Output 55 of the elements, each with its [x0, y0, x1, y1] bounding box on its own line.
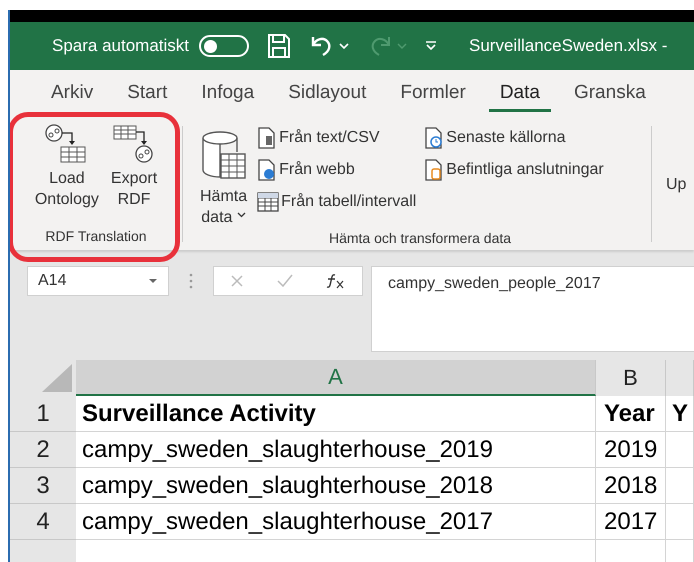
table-cell: Year — [596, 396, 666, 432]
ribbon-button[interactable]: Befintliga anslutningar — [421, 154, 607, 186]
ribbon-tab[interactable]: Data — [488, 76, 551, 112]
ribbon-tab[interactable]: Arkiv — [40, 76, 104, 112]
group-label: RDF Translation — [45, 228, 147, 244]
row-header[interactable]: 4 — [10, 504, 76, 540]
save-icon[interactable] — [267, 33, 292, 59]
ribbon-button[interactable]: Från tabell/intervall — [254, 186, 420, 218]
table-cell: campy_sweden_slaughterhouse_2018 — [76, 468, 596, 504]
table-cell — [666, 504, 694, 540]
function-icon[interactable] — [326, 273, 346, 289]
table-cell — [666, 468, 694, 504]
autosave-toggle[interactable] — [199, 35, 250, 57]
ribbon-button[interactable]: Export RDF — [106, 122, 162, 228]
column-header[interactable]: B — [596, 360, 666, 396]
cancel-icon[interactable] — [230, 274, 244, 288]
table-cell: 2018 — [596, 468, 666, 504]
row-header[interactable]: 2 — [10, 432, 76, 468]
select-all-icon[interactable] — [42, 364, 72, 392]
table-cell: campy_sweden_slaughterhouse_2017 — [76, 504, 596, 540]
table-icon — [257, 192, 280, 212]
ribbon-tab[interactable]: Granska — [562, 76, 657, 112]
get-data-button[interactable]: Hämta data — [195, 122, 252, 230]
ribbon-button[interactable]: Senaste källorna — [421, 122, 607, 154]
ribbon-button[interactable]: Load Ontology — [30, 122, 104, 228]
web-document-icon — [257, 159, 278, 181]
ribbon-tab[interactable]: Infoga — [190, 76, 266, 112]
ribbon-tab[interactable]: Formler — [389, 76, 477, 112]
caret-icon — [236, 212, 246, 218]
document-icon — [257, 127, 278, 149]
table-cell: Surveillance Activity — [76, 396, 596, 432]
clock-document-icon — [424, 127, 444, 149]
ribbon-button[interactable]: Up — [666, 176, 686, 194]
group-label: Hämta och transformera data — [328, 230, 512, 246]
checkmark-icon[interactable] — [276, 274, 293, 288]
caret-icon — [148, 278, 158, 284]
ribbon-button[interactable]: Från webb — [254, 154, 420, 186]
name-box[interactable]: A14 — [27, 266, 169, 296]
table-cell: 2017 — [596, 504, 666, 540]
table-cell: Y — [666, 396, 694, 432]
formula-field[interactable]: campy_sweden_people_2017 — [371, 266, 694, 352]
grip-icon — [189, 273, 193, 289]
table-cell: campy_sweden_slaughterhouse_2019 — [76, 432, 596, 468]
autosave-label: Spara automatiskt — [52, 36, 190, 56]
customize-icon[interactable] — [425, 40, 438, 52]
row-header[interactable]: 3 — [10, 468, 76, 504]
database-document-icon — [424, 159, 444, 181]
ribbon-tab[interactable]: Start — [116, 76, 178, 112]
table-cell — [666, 432, 694, 468]
column-header[interactable]: A — [76, 360, 596, 396]
row-header[interactable]: 1 — [10, 396, 76, 432]
table-cell: 2019 — [596, 432, 666, 468]
ribbon-tab[interactable]: Sidlayout — [277, 76, 378, 112]
file-name: SurveillanceSweden.xlsx - — [469, 36, 668, 56]
ribbon-button[interactable]: Från text/CSV — [254, 122, 420, 154]
